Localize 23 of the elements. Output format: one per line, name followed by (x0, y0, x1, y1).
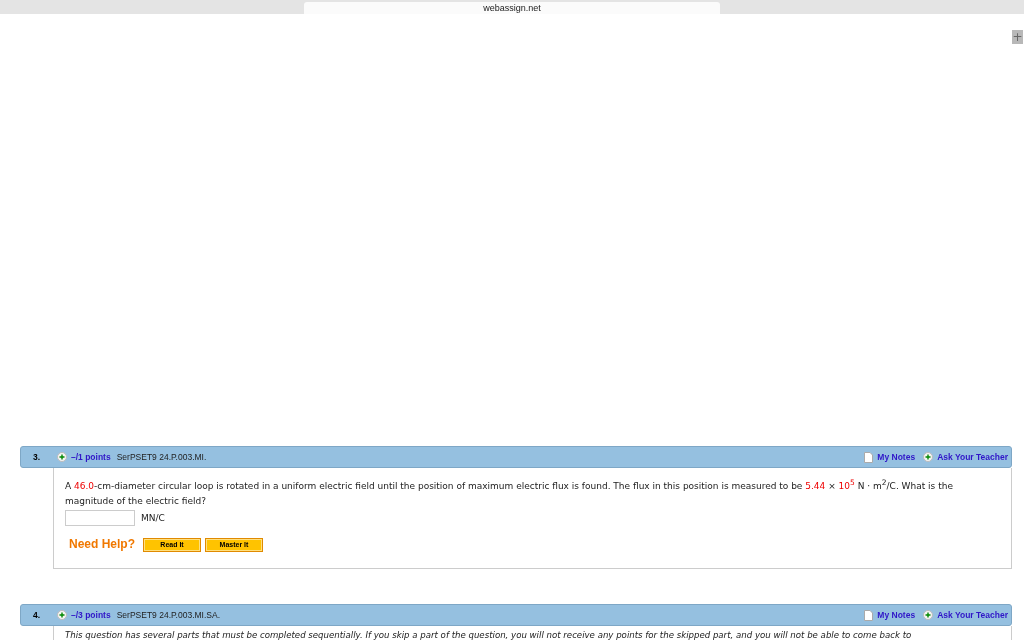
points-link[interactable]: –/3 points (71, 610, 111, 620)
my-notes-link[interactable]: My Notes (877, 610, 916, 620)
ask-teacher-link[interactable]: Ask Your Teacher (937, 610, 1008, 620)
answer-field[interactable] (65, 510, 135, 526)
question-code: SerPSET9 24.P.003.MI. (116, 452, 208, 462)
unit-label: MN/C (141, 511, 165, 525)
new-tab-button[interactable]: + (1012, 30, 1023, 44)
note-icon (864, 609, 874, 621)
my-notes-link[interactable]: My Notes (877, 452, 916, 462)
ask-teacher-link[interactable]: Ask Your Teacher (937, 452, 1008, 462)
address-bar[interactable]: webassign.net (304, 2, 720, 14)
instructions-text: This question has several parts that must be completed sequentially. If you skip a part of the question, you will not receive any points for the skipped part, and you will not be able to come back to (65, 629, 913, 640)
question-number: 4. (33, 610, 42, 620)
plus-icon (923, 452, 934, 462)
plus-icon[interactable] (57, 610, 67, 620)
question-code: SerPSET9 24.P.003.MI.SA. (116, 610, 221, 620)
note-icon (864, 451, 874, 463)
question-text: A 46.0-cm-diameter circular loop is rotated in a uniform electric field until the position of maximum electric flux is found. The flux in this position is measured to be 5.44 × 10$^{5}$ N · m$^{2}$/C. What is the magnitude of the electric field? (65, 477, 954, 508)
need-help-label: Need Help? (69, 537, 135, 552)
plus-icon (923, 610, 934, 620)
points-link[interactable]: –/1 points (71, 452, 111, 462)
question-number: 3. (33, 452, 42, 462)
plus-icon[interactable] (57, 452, 67, 462)
